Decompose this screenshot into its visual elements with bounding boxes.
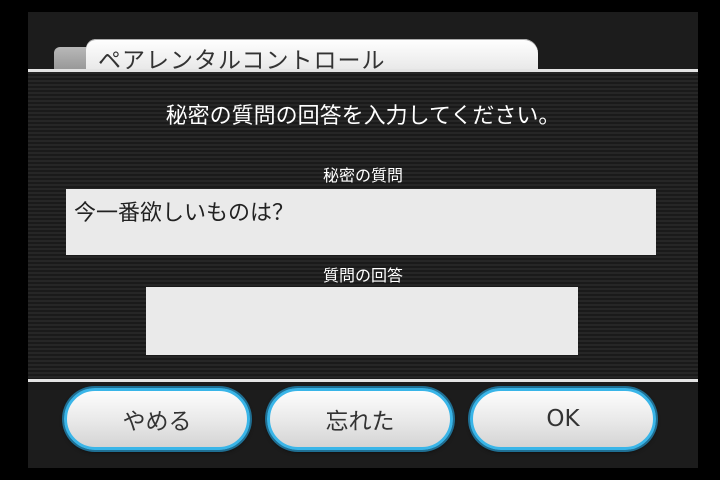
- dialog-screen: ペアレンタルコントロール 秘密の質問の回答を入力してください。 秘密の質問 今一…: [28, 12, 698, 468]
- ok-button[interactable]: OK: [470, 388, 656, 450]
- answer-label: 質問の回答: [322, 266, 403, 285]
- question-label: 秘密の質問: [322, 166, 403, 185]
- forgot-button[interactable]: 忘れた: [267, 388, 453, 450]
- answer-input[interactable]: [146, 287, 578, 355]
- button-bar: やめる 忘れた OK: [28, 382, 698, 468]
- header-tab: ペアレンタルコントロール: [86, 39, 538, 74]
- cancel-button[interactable]: やめる: [64, 388, 250, 450]
- instruction-text: 秘密の質問の回答を入力してください。: [165, 104, 561, 129]
- secret-question-field: 今一番欲しいものは？: [66, 189, 656, 255]
